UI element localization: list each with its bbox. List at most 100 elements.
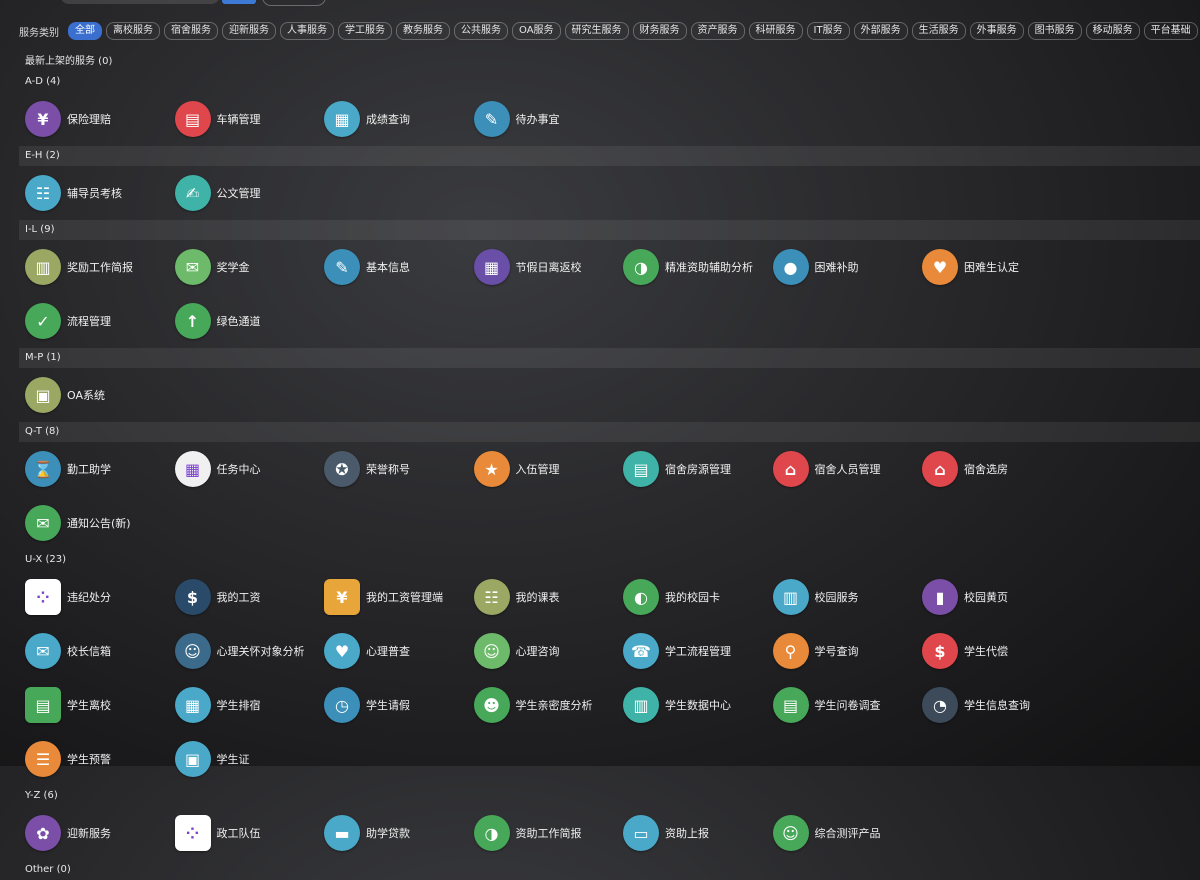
service-item[interactable]: ▣ 学生证	[174, 732, 325, 786]
category-chip[interactable]: OA服务	[512, 22, 561, 40]
service-item[interactable]: ★ 入伍管理	[473, 442, 624, 496]
announcement-board-icon: ✉	[25, 505, 61, 541]
service-item[interactable]: ▬ 助学贷款	[324, 806, 474, 860]
category-chip[interactable]: 外事服务	[969, 22, 1024, 40]
headset-icon: ☎	[623, 633, 659, 669]
category-chip[interactable]: 全部	[68, 22, 102, 40]
service-item[interactable]: ◔ 学生信息查询	[922, 678, 1072, 732]
category-chip[interactable]: 迎新服务	[222, 22, 276, 40]
category-chip[interactable]: 公共服务	[454, 22, 508, 40]
category-chip[interactable]: 生活服务	[911, 22, 966, 40]
service-item[interactable]: ⌛ 勤工助学	[25, 442, 175, 496]
filter-button[interactable]	[262, 0, 326, 6]
service-item[interactable]: ↑ 绿色通道	[174, 294, 325, 348]
car-card-icon: ▤	[174, 101, 211, 137]
service-item[interactable]: ✿ 迎新服务	[25, 806, 175, 860]
questionnaire-icon: ▤	[772, 687, 809, 723]
category-chip[interactable]: 资产服务	[690, 22, 745, 40]
service-item-label: 困难生认定	[964, 261, 1019, 274]
service-item[interactable]: ▭ 资助上报	[623, 806, 773, 860]
category-chip[interactable]: 图书服务	[1027, 22, 1082, 40]
service-item[interactable]: ⁘ 违纪处分	[25, 570, 175, 624]
category-chip[interactable]: 教务服务	[396, 22, 450, 40]
category-chip[interactable]: IT服务	[806, 22, 850, 40]
service-item-label: 资助上报	[665, 827, 709, 840]
service-item-label: 任务中心	[216, 463, 261, 476]
service-item[interactable]: ♥ 困难生认定	[922, 240, 1072, 294]
service-item[interactable]: ☺ 心理关怀对象分析	[174, 624, 325, 678]
category-chip[interactable]: 研究生服务	[564, 22, 629, 40]
items-grid: ▥ 奖励工作简报 ✉ 奖学金 ✎ 基本信息 ▦ 节假日离返校 ◑ 精准资助辅助分析 ● 困难补助 ♥ 困难…	[25, 240, 1200, 348]
task-grid-icon: ▦	[174, 451, 211, 487]
service-item[interactable]: ✓ 流程管理	[25, 294, 175, 348]
category-chip[interactable]: 科研服务	[748, 22, 803, 40]
service-item[interactable]: ☷ 辅导员考核	[25, 166, 175, 220]
service-item[interactable]: ⌂ 宿舍人员管理	[772, 442, 923, 496]
service-item-label: 待办事宜	[515, 113, 560, 126]
service-item[interactable]: ☰ 学生预警	[25, 732, 175, 786]
service-item[interactable]: ✉ 校长信箱	[25, 624, 175, 678]
service-item[interactable]: ◐ 我的校园卡	[623, 570, 773, 624]
service-item-label: 流程管理	[67, 315, 111, 328]
category-chip[interactable]: 外部服务	[853, 22, 908, 40]
service-item[interactable]: ▦ 学生排宿	[174, 678, 325, 732]
service-item-label: 违纪处分	[67, 591, 111, 604]
service-item[interactable]: $ 学生代偿	[922, 624, 1072, 678]
service-item[interactable]: ▥ 奖励工作简报	[25, 240, 175, 294]
category-chip[interactable]: 移动服务	[1085, 22, 1140, 40]
service-item-label: 学生亲密度分析	[515, 699, 593, 712]
search-input[interactable]	[60, 0, 220, 4]
service-item[interactable]: ▥ 校园服务	[772, 570, 923, 624]
service-item[interactable]: ◑ 精准资助辅助分析	[623, 240, 773, 294]
service-item[interactable]: ¥ 保险理赔	[25, 92, 175, 146]
service-item[interactable]: ✉ 通知公告(新)	[25, 496, 175, 550]
category-chip[interactable]: 离校服务	[106, 22, 160, 40]
service-item[interactable]: ◑ 资助工作简报	[473, 806, 624, 860]
service-item[interactable]: ⚲ 学号查询	[772, 624, 923, 678]
service-item[interactable]: ▤ 车辆管理	[174, 92, 325, 146]
service-item[interactable]: ▦ 节假日离返校	[473, 240, 624, 294]
service-item-label: 成绩查询	[366, 113, 410, 126]
service-item[interactable]: ▮ 校园黄页	[922, 570, 1072, 624]
service-item-label: 宿舍人员管理	[814, 463, 881, 476]
category-chip[interactable]: 财务服务	[632, 22, 687, 40]
service-item[interactable]: ⌂ 宿舍选房	[922, 442, 1072, 496]
service-item[interactable]: ✎ 基本信息	[324, 240, 474, 294]
building-icon: ▦	[473, 249, 510, 285]
service-item[interactable]: ♥ 心理普查	[324, 624, 474, 678]
service-item[interactable]: ● 困难补助	[772, 240, 923, 294]
mailbox-card-icon: ✉	[25, 633, 61, 669]
flow-shield-icon: ✓	[25, 303, 61, 339]
task-person-icon: ✎	[473, 101, 510, 137]
service-item[interactable]: ☻ 学生亲密度分析	[473, 678, 624, 732]
service-item[interactable]: ⁘ 政工队伍	[174, 806, 325, 860]
service-item[interactable]: ▤ 宿舍房源管理	[623, 442, 773, 496]
service-item[interactable]: ✍ 公文管理	[174, 166, 325, 220]
group-header: A-D (4)	[25, 76, 61, 87]
service-item[interactable]: ▦ 成绩查询	[324, 92, 474, 146]
service-item[interactable]: ▦ 任务中心	[174, 442, 325, 496]
service-item[interactable]: ▥ 学生数据中心	[623, 678, 773, 732]
yellow-pages-icon: ▮	[922, 579, 958, 615]
service-item[interactable]: ☺ 综合测评产品	[772, 806, 923, 860]
category-chip[interactable]: 人事服务	[280, 22, 334, 40]
category-chip[interactable]: 宿舍服务	[164, 22, 218, 40]
service-item[interactable]: ✪ 荣誉称号	[324, 442, 474, 496]
service-item[interactable]: ◷ 学生请假	[324, 678, 474, 732]
service-item[interactable]: ✉ 奖学金	[174, 240, 325, 294]
service-item[interactable]: ☺ 心理咨询	[473, 624, 624, 678]
service-item[interactable]: ▣ OA系统	[25, 368, 175, 422]
service-item[interactable]: ¥ 我的工资管理端	[324, 570, 474, 624]
items-grid: ▣ OA系统	[25, 368, 1200, 422]
service-item-label: 保险理赔	[67, 113, 111, 126]
category-chip[interactable]: 平台基础	[1143, 22, 1198, 40]
search-button[interactable]	[222, 0, 256, 4]
service-item[interactable]: ☎ 学工流程管理	[623, 624, 773, 678]
category-chip[interactable]: 学工服务	[338, 22, 392, 40]
group-people-icon: ☻	[473, 687, 510, 723]
service-item[interactable]: ▤ 学生问卷调查	[772, 678, 923, 732]
service-item[interactable]: ▤ 学生离校	[25, 678, 175, 732]
service-item[interactable]: ☷ 我的课表	[473, 570, 624, 624]
service-item[interactable]: $ 我的工资	[174, 570, 325, 624]
service-item[interactable]: ✎ 待办事宜	[473, 92, 624, 146]
